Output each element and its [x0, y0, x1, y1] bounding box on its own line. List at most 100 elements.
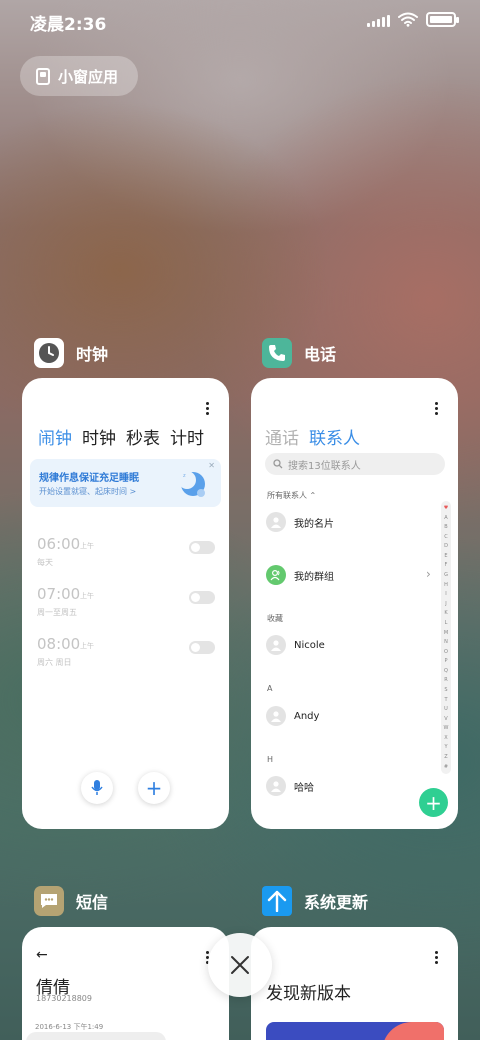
- close-banner-icon[interactable]: ✕: [208, 461, 215, 470]
- my-card-row[interactable]: 我的名片: [266, 512, 334, 532]
- index-letter[interactable]: W: [444, 725, 449, 731]
- index-letter[interactable]: #: [444, 764, 448, 770]
- more-menu-icon[interactable]: [435, 402, 438, 415]
- back-arrow-icon[interactable]: ←: [36, 947, 48, 963]
- more-menu-icon[interactable]: [206, 402, 209, 415]
- contact-row[interactable]: Andy: [266, 706, 319, 726]
- update-app-card[interactable]: 发现新版本: [251, 927, 458, 1040]
- index-letter[interactable]: E: [444, 553, 447, 559]
- clear-all-button[interactable]: [208, 933, 272, 997]
- index-letter[interactable]: X: [444, 735, 447, 741]
- index-letter[interactable]: Z: [444, 754, 447, 760]
- clock-app-header[interactable]: 时钟: [34, 338, 108, 368]
- index-letter[interactable]: G: [444, 572, 448, 578]
- sleep-banner[interactable]: 规律作息保证充足睡眠 开始设置就寝、起床时间 > z ✕: [30, 459, 221, 507]
- index-letter[interactable]: R: [444, 677, 447, 683]
- my-groups-label: 我的群组: [294, 571, 334, 583]
- index-letter[interactable]: B: [444, 524, 447, 530]
- close-icon: [231, 956, 249, 974]
- moon-icon: z: [178, 471, 205, 497]
- index-letter[interactable]: N: [444, 639, 448, 645]
- mini-window-apps-button[interactable]: 小窗应用: [20, 56, 138, 96]
- alarm-row[interactable]: 08:00 上午 周六 周日: [37, 635, 215, 675]
- tab-clock[interactable]: 时钟: [82, 424, 116, 449]
- contact-name: Nicole: [294, 639, 325, 651]
- index-letter[interactable]: D: [444, 543, 448, 549]
- alarm-toggle[interactable]: [189, 591, 215, 604]
- phone-app-header[interactable]: 电话: [262, 338, 336, 368]
- add-alarm-button[interactable]: +: [138, 772, 170, 804]
- conversation-number: 18730218809: [36, 994, 92, 1003]
- my-groups-row[interactable]: 我的群组: [266, 565, 334, 585]
- index-letter[interactable]: T: [444, 697, 447, 703]
- tab-alarm[interactable]: 闹钟: [38, 424, 72, 449]
- battery-icon: [426, 12, 459, 27]
- messages-app-card[interactable]: ← 倩倩 18730218809 2016-6-13 下午1:49: [22, 927, 229, 1040]
- alarm-row[interactable]: 06:00 上午 每天: [37, 535, 215, 575]
- contact-name: Andy: [294, 710, 320, 722]
- avatar: [266, 635, 286, 655]
- index-letter[interactable]: I: [445, 591, 446, 597]
- update-app-name: 系统更新: [304, 893, 369, 912]
- index-letter[interactable]: Y: [444, 744, 447, 750]
- tab-timer[interactable]: 计时: [170, 424, 204, 449]
- index-letter[interactable]: U: [444, 706, 448, 712]
- update-app-header[interactable]: 系统更新: [262, 886, 368, 916]
- contact-row[interactable]: 哈哈: [266, 776, 314, 796]
- messages-app-name: 短信: [76, 893, 109, 912]
- index-letter[interactable]: S: [444, 687, 447, 693]
- add-contact-button[interactable]: +: [419, 788, 448, 817]
- alarm-toggle[interactable]: [189, 541, 215, 554]
- alarm-ampm: 上午: [80, 592, 94, 600]
- index-letter[interactable]: O: [444, 649, 448, 655]
- voice-alarm-button[interactable]: [81, 772, 113, 804]
- clock-app-card[interactable]: 闹钟 时钟 秒表 计时 规律作息保证充足睡眠 开始设置就寝、起床时间 > z ✕…: [22, 378, 229, 829]
- tab-contacts[interactable]: 联系人: [309, 424, 360, 449]
- phone-tabs: 通话 联系人: [265, 424, 360, 449]
- sleep-banner-subtitle: 开始设置就寝、起床时间 >: [39, 487, 137, 496]
- index-letter[interactable]: A: [444, 515, 447, 521]
- search-placeholder: 搜索13位联系人: [288, 460, 361, 472]
- index-letter[interactable]: L: [445, 620, 448, 626]
- index-letter[interactable]: M: [444, 630, 448, 636]
- index-letter[interactable]: K: [444, 610, 447, 616]
- message-bubble: [26, 1032, 166, 1040]
- index-letter[interactable]: J: [445, 601, 446, 607]
- more-menu-icon[interactable]: [435, 951, 438, 964]
- contact-search-input[interactable]: 搜索13位联系人: [265, 453, 445, 475]
- update-arrow-icon: [262, 886, 292, 916]
- tab-stopwatch[interactable]: 秒表: [126, 424, 160, 449]
- tab-calls[interactable]: 通话: [265, 424, 299, 449]
- my-card-label: 我的名片: [294, 518, 334, 530]
- svg-text:z: z: [183, 473, 186, 479]
- alarm-time: 08:00: [37, 635, 81, 653]
- update-banner-image: [266, 1022, 444, 1040]
- all-contacts-filter[interactable]: 所有联系人 ⌃: [267, 490, 316, 501]
- signal-icon: [367, 13, 390, 27]
- index-letter[interactable]: H: [444, 582, 448, 588]
- alarm-repeat: 每天: [37, 558, 53, 567]
- index-letter[interactable]: F: [445, 562, 448, 568]
- plus-icon: +: [425, 790, 442, 815]
- search-icon: [273, 459, 283, 469]
- sort-updown-icon: ⌃: [309, 491, 317, 500]
- index-letter[interactable]: P: [444, 658, 447, 664]
- alarm-toggle[interactable]: [189, 641, 215, 654]
- contact-row[interactable]: Nicole: [266, 635, 325, 655]
- alarm-row[interactable]: 07:00 上午 周一至周五: [37, 585, 215, 625]
- status-time: 凌晨2:36: [30, 15, 107, 35]
- alphabet-index-scrollbar[interactable]: ♥ A B C D E F G H I J K L M N O P Q R S T U V W X Y Z #: [441, 501, 451, 774]
- group-avatar: [266, 565, 286, 585]
- person-icon: [271, 640, 281, 651]
- alarm-time: 07:00: [37, 585, 81, 603]
- messages-app-header[interactable]: 短信: [34, 886, 108, 916]
- index-letter[interactable]: Q: [444, 668, 448, 674]
- index-letter[interactable]: C: [444, 534, 448, 540]
- index-letter[interactable]: ♥: [444, 505, 448, 511]
- index-letter[interactable]: V: [444, 716, 447, 722]
- update-title: 发现新版本: [266, 984, 351, 1004]
- microphone-icon: [91, 780, 103, 795]
- clock-icon: [34, 338, 64, 368]
- status-bar: 凌晨2:36: [0, 0, 480, 44]
- phone-app-card[interactable]: 通话 联系人 搜索13位联系人 所有联系人 ⌃ 我的名片 我的群组 › 收藏 N…: [251, 378, 458, 829]
